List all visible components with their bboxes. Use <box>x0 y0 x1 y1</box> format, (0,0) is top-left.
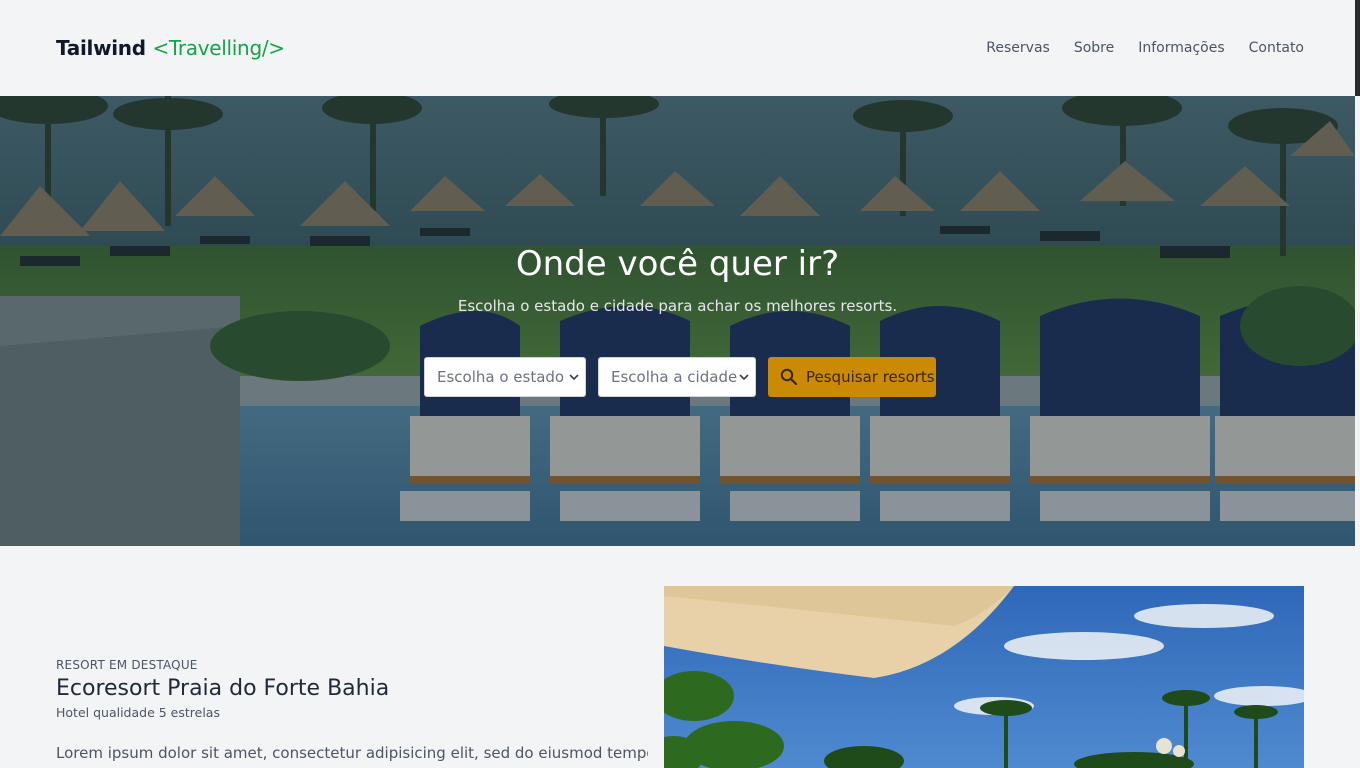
hero-overlay <box>0 96 1355 546</box>
chevron-down-icon <box>569 374 579 381</box>
nav-item-informacoes[interactable]: Informações <box>1138 40 1224 56</box>
city-select-value: Escolha a cidade <box>611 368 738 386</box>
featured-eyebrow: Resort em destaque <box>56 658 198 672</box>
state-select[interactable]: Escolha o estado <box>424 357 586 397</box>
featured-description: Lorem ipsum dolor sit amet, consectetur … <box>56 744 648 762</box>
site-logo[interactable]: Tailwind <Travelling/> <box>56 36 285 60</box>
hero-subtitle: Escolha o estado e cidade para achar os … <box>457 297 898 315</box>
scrollbar-thumb[interactable] <box>1355 0 1360 96</box>
logo-main-text: Tailwind <box>56 36 146 60</box>
search-button-label: Pesquisar resorts <box>806 368 935 386</box>
featured-title: Ecoresort Praia do Forte Bahia <box>56 676 390 701</box>
search-form: Escolha o estado Escolha a cidade Pesqui… <box>424 357 936 397</box>
site-header: Tailwind <Travelling/> Reservas Sobre In… <box>0 0 1355 96</box>
page-scrollbar[interactable] <box>1355 0 1360 768</box>
hero-section: Onde você quer ir? Escolha o estado e ci… <box>0 96 1355 546</box>
featured-resort: Resort em destaque Ecoresort Praia do Fo… <box>56 658 648 765</box>
featured-subtitle: Hotel qualidade 5 estrelas <box>56 705 220 720</box>
nav-item-reservas[interactable]: Reservas <box>986 40 1050 56</box>
featured-resort-image <box>664 586 1304 768</box>
search-resorts-button[interactable]: Pesquisar resorts <box>768 357 936 397</box>
chevron-down-icon <box>739 374 749 381</box>
city-select[interactable]: Escolha a cidade <box>598 357 756 397</box>
main-nav: Reservas Sobre Informações Contato <box>986 40 1304 56</box>
hero-title: Onde você quer ir? <box>515 244 840 284</box>
nav-item-sobre[interactable]: Sobre <box>1074 40 1114 56</box>
state-select-value: Escolha o estado <box>437 368 565 386</box>
logo-accent-text: <Travelling/> <box>152 36 285 60</box>
search-icon <box>780 368 798 386</box>
nav-item-contato[interactable]: Contato <box>1249 40 1304 56</box>
